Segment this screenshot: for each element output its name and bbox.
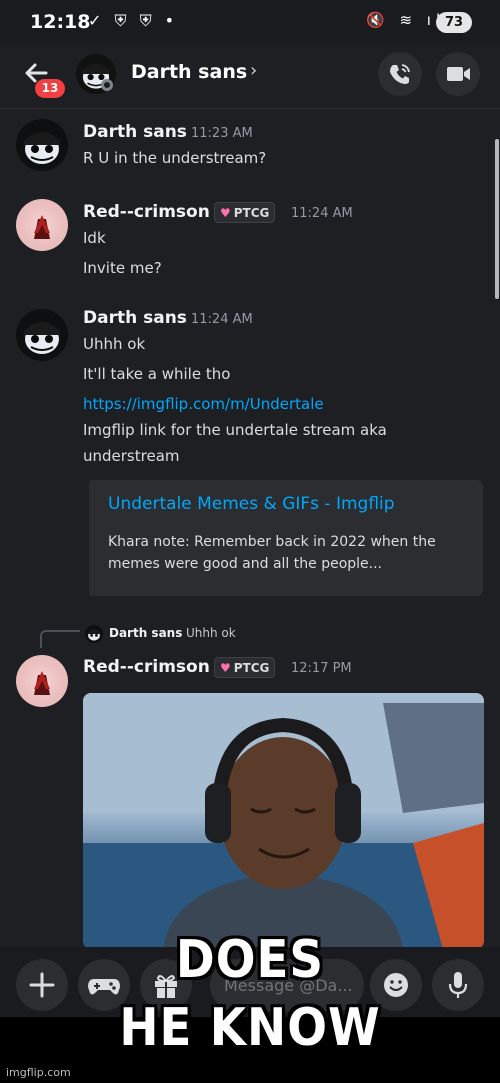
sans-avatar-image <box>87 629 101 641</box>
image-attachment[interactable] <box>83 693 484 947</box>
link-embed[interactable]: Undertale Memes & GIFs - Imgflip Khara n… <box>85 480 483 596</box>
message-text: Imgflip link for the undertale stream ak… <box>83 421 387 439</box>
avatar[interactable] <box>16 309 68 361</box>
system-icons: 🔇 ≋ ıl <box>366 11 446 29</box>
server-tag[interactable]: ♥ PTCG <box>214 202 276 223</box>
page-title[interactable]: Darth sans <box>131 61 247 83</box>
message-author[interactable]: Red--crimson <box>83 202 210 222</box>
notification-icons: ✓ ⛨ ⛨ • <box>88 11 179 30</box>
chat-header: 13 Darth sans › <box>0 46 500 109</box>
server-tag[interactable]: ♥ PTCG <box>214 657 276 678</box>
sans-avatar-image <box>24 132 60 164</box>
message-item: Darth sans 11:23 AM R U in the understre… <box>0 109 500 189</box>
message-text: Idk <box>83 229 106 247</box>
phone-icon <box>390 64 410 84</box>
message-text: It'll take a while tho <box>83 365 231 383</box>
avatar[interactable] <box>16 199 68 251</box>
sans-avatar-image <box>24 322 60 354</box>
message-author[interactable]: Darth sans <box>83 308 187 328</box>
heart-icon: ♥ <box>220 661 231 675</box>
message-text: Uhhh ok <box>83 335 146 353</box>
embed-title[interactable]: Undertale Memes & GIFs - Imgflip <box>108 494 395 514</box>
watermark: imgflip.com <box>6 1066 71 1079</box>
offline-status-icon <box>101 79 113 91</box>
status-bar: 12:18 ✓ ⛨ ⛨ • 🔇 ≋ ıl 73 <box>0 0 500 46</box>
message-timestamp: 11:24 AM <box>191 312 253 327</box>
message-author[interactable]: Darth sans <box>83 122 187 142</box>
avatar[interactable] <box>16 655 68 707</box>
server-tag-label: PTCG <box>233 661 270 675</box>
status-time: 12:18 <box>30 11 91 33</box>
voice-call-button[interactable] <box>378 52 422 96</box>
message-text: understream <box>83 447 180 465</box>
meme-caption-top: DOES <box>175 930 325 990</box>
battery-indicator: 73 <box>436 12 472 33</box>
reply-author[interactable]: Darth sans <box>109 626 182 640</box>
video-icon <box>447 67 470 81</box>
message-timestamp: 12:17 PM <box>291 661 352 676</box>
chevron-right-icon[interactable]: › <box>250 60 257 81</box>
heart-icon: ♥ <box>220 206 231 220</box>
message-timestamp: 11:24 AM <box>291 206 353 221</box>
message-author[interactable]: Red--crimson <box>83 657 210 677</box>
message-text: Invite me? <box>83 259 162 277</box>
server-tag-label: PTCG <box>233 206 270 220</box>
unread-badge: 13 <box>35 79 65 98</box>
embed-description: Khara note: Remember back in 2022 when t… <box>108 534 436 572</box>
meme-caption-bottom: HE KNOW <box>119 998 381 1058</box>
message-text: R U in the understream? <box>83 149 267 167</box>
scrollbar[interactable] <box>495 139 499 299</box>
person-with-headphones-image <box>83 693 484 947</box>
message-list: Darth sans 11:23 AM R U in the understre… <box>0 109 500 947</box>
video-call-button[interactable] <box>436 52 480 96</box>
message-timestamp: 11:23 AM <box>191 126 253 141</box>
red-crimson-avatar-image <box>34 215 50 239</box>
reply-preview[interactable]: Uhhh ok <box>186 626 236 640</box>
reply-avatar <box>85 625 103 643</box>
red-crimson-avatar-image <box>34 671 50 695</box>
avatar[interactable] <box>16 119 68 171</box>
message-link[interactable]: https://imgflip.com/m/Undertale <box>83 395 324 413</box>
message-item: Red--crimson ♥ PTCG 11:24 AM Idk Invite m… <box>0 189 500 299</box>
